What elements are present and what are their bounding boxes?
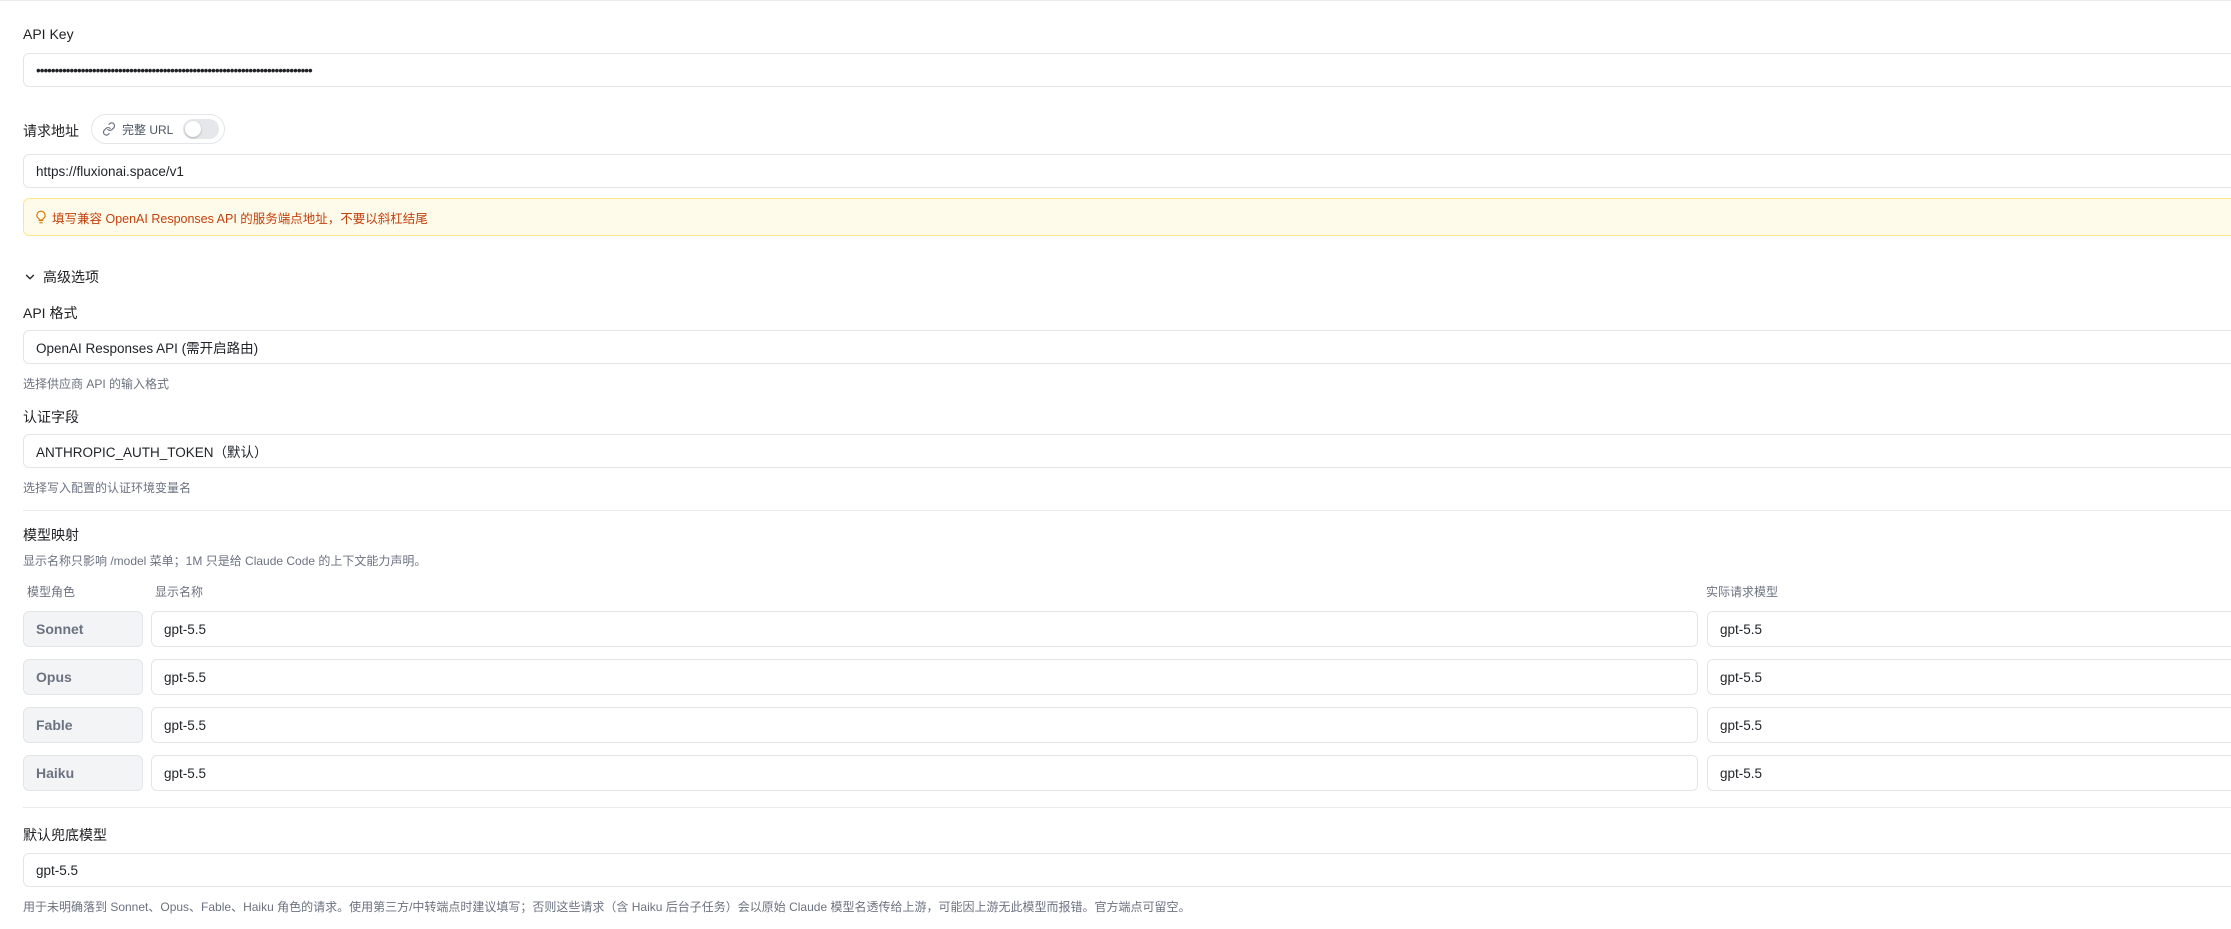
fallback-model-help: 用于未明确落到 Sonnet、Opus、Fable、Haiku 角色的请求。使用… [23,900,1191,914]
display-name-field-fable[interactable] [151,707,1698,743]
fallback-model-label: 默认兜底模型 [23,827,107,843]
request-model-input[interactable] [1720,717,2231,733]
api-format-select[interactable]: OpenAI Responses API (需开启路由) [23,330,2231,364]
role-chip-fable: Fable [23,707,143,743]
display-name-field-sonnet[interactable] [151,611,1698,647]
auth-field-label: 认证字段 [23,409,79,425]
request-model-input[interactable] [1720,621,2231,637]
full-url-toggle[interactable]: 完整 URL [91,114,225,144]
request-url-hint-text: 填写兼容 OpenAI Responses API 的服务端点地址，不要以斜杠结… [52,211,428,226]
api-format-help: 选择供应商 API 的输入格式 [23,377,170,391]
request-model-input[interactable] [1720,669,2231,685]
model-mapping-title: 模型映射 [23,527,79,543]
request-url-hint: 填写兼容 OpenAI Responses API 的服务端点地址，不要以斜杠结… [23,198,2231,236]
column-header-role: 模型角色 [27,585,76,599]
display-name-field-opus[interactable] [151,659,1698,695]
model-mapping-description: 显示名称只影响 /model 菜单；1M 只是给 Claude Code 的上下… [23,554,427,568]
request-model-field-haiku[interactable] [1707,755,2231,791]
api-format-value: OpenAI Responses API (需开启路由) [36,341,259,356]
request-model-field-fable[interactable] [1707,707,2231,743]
api-key-label: API Key [23,26,74,42]
display-name-input[interactable] [164,765,1697,781]
request-url-input[interactable] [36,163,2231,179]
auth-field-value: ANTHROPIC_AUTH_TOKEN（默认） [36,445,268,460]
display-name-input[interactable] [164,669,1697,685]
top-divider [0,0,2231,1]
lightbulb-icon [34,210,48,224]
auth-field-select[interactable]: ANTHROPIC_AUTH_TOKEN（默认） [23,434,2231,468]
column-header-request-model: 实际请求模型 [1706,585,1779,599]
display-name-input[interactable] [164,621,1697,637]
full-url-toggle-label: 完整 URL [122,122,174,137]
display-name-field-haiku[interactable] [151,755,1698,791]
fallback-model-field[interactable] [23,853,2231,887]
request-model-field-opus[interactable] [1707,659,2231,695]
section-divider [23,807,2231,808]
request-url-field[interactable] [23,154,2231,188]
auth-field-help: 选择写入配置的认证环境变量名 [23,481,192,495]
full-url-switch[interactable] [183,119,220,139]
fallback-model-input[interactable] [36,862,2231,878]
display-name-input[interactable] [164,717,1697,733]
advanced-options-toggle[interactable]: 高级选项 [23,267,99,287]
section-divider [23,510,2231,511]
role-chip-haiku: Haiku [23,755,143,791]
request-model-input[interactable] [1720,765,2231,781]
advanced-options-label: 高级选项 [43,269,99,285]
api-key-field[interactable] [23,53,2231,87]
request-model-field-sonnet[interactable] [1707,611,2231,647]
link-icon [102,122,116,136]
api-key-input[interactable] [36,62,2231,78]
role-chip-sonnet: Sonnet [23,611,143,647]
chevron-down-icon [23,270,37,284]
column-header-display-name: 显示名称 [155,585,204,599]
request-url-label: 请求地址 [23,123,79,139]
role-chip-opus: Opus [23,659,143,695]
switch-knob [185,121,202,137]
api-format-label: API 格式 [23,305,78,321]
